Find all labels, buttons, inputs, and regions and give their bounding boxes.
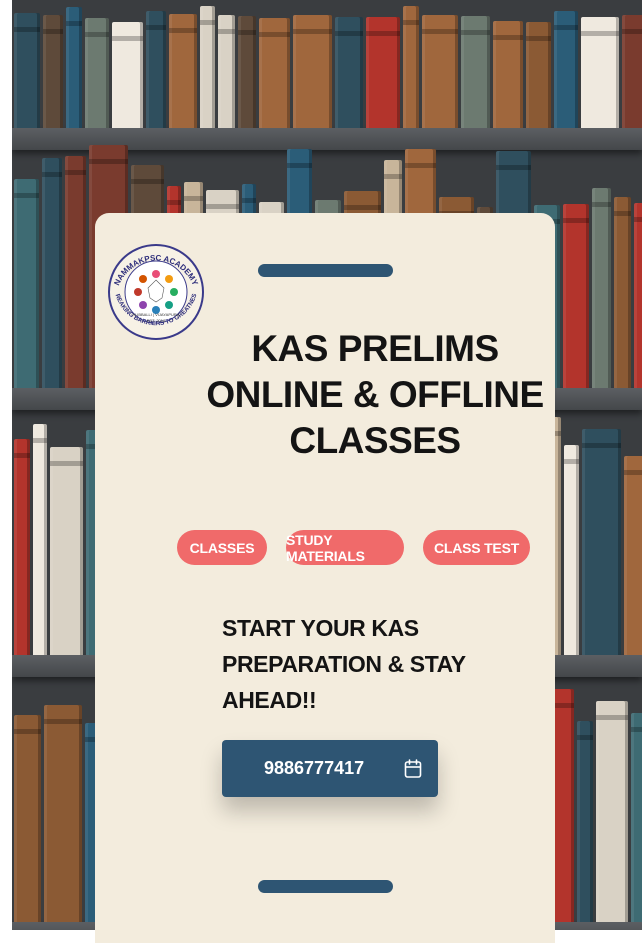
book-spine — [42, 158, 62, 388]
book-spine — [259, 18, 290, 128]
book-spine — [624, 456, 642, 655]
book-spine — [493, 21, 523, 128]
book-spine — [65, 156, 86, 388]
top-handle — [258, 264, 393, 277]
book-spine — [592, 188, 611, 388]
book-spine — [14, 13, 40, 128]
book-spine — [238, 16, 256, 128]
logo-location: HUBBALLI | VIJAYAPURA — [133, 312, 180, 317]
phone-number: 9886777417 — [264, 758, 365, 778]
book-spine — [112, 22, 143, 128]
bottom-handle — [258, 880, 393, 893]
book-spine — [631, 713, 642, 922]
book-spine — [403, 6, 419, 128]
book-spine — [422, 15, 458, 128]
book-spine — [14, 715, 41, 922]
page-title: KAS PRELIMS ONLINE & OFFLINE CLASSES — [206, 328, 544, 461]
book-spine — [526, 22, 551, 128]
book-spine — [146, 11, 166, 128]
book-row — [12, 4, 642, 128]
book-spine — [44, 705, 82, 922]
phone-field[interactable]: 9886777417 — [222, 740, 438, 797]
book-spine — [614, 197, 631, 388]
book-spine — [14, 439, 30, 655]
book-spine — [554, 11, 578, 128]
book-spine — [461, 16, 490, 128]
classes-button[interactable]: CLASSES — [177, 530, 267, 565]
book-spine — [293, 15, 332, 128]
book-spine — [577, 721, 593, 922]
book-spine — [581, 17, 619, 128]
book-spine — [66, 7, 82, 128]
book-spine — [596, 701, 628, 922]
class-test-button[interactable]: CLASS TEST — [423, 530, 530, 565]
book-spine — [634, 203, 642, 388]
book-spine — [169, 14, 197, 128]
calendar-icon — [404, 759, 422, 784]
book-spine — [366, 17, 400, 128]
book-spine — [33, 424, 47, 655]
book-spine — [564, 445, 579, 655]
book-spine — [200, 6, 215, 128]
book-spine — [50, 447, 83, 655]
logo-since: EST. 2018 — [147, 318, 166, 323]
book-spine — [85, 18, 109, 128]
book-spine — [218, 15, 235, 128]
study-materials-button[interactable]: STUDY MATERIALS — [286, 530, 404, 565]
book-spine — [622, 15, 642, 128]
tagline: START YOUR KAS PREPARATION & STAY AHEAD!… — [222, 615, 466, 713]
book-spine — [14, 179, 39, 388]
book-spine — [43, 15, 63, 128]
book-spine — [335, 17, 363, 128]
